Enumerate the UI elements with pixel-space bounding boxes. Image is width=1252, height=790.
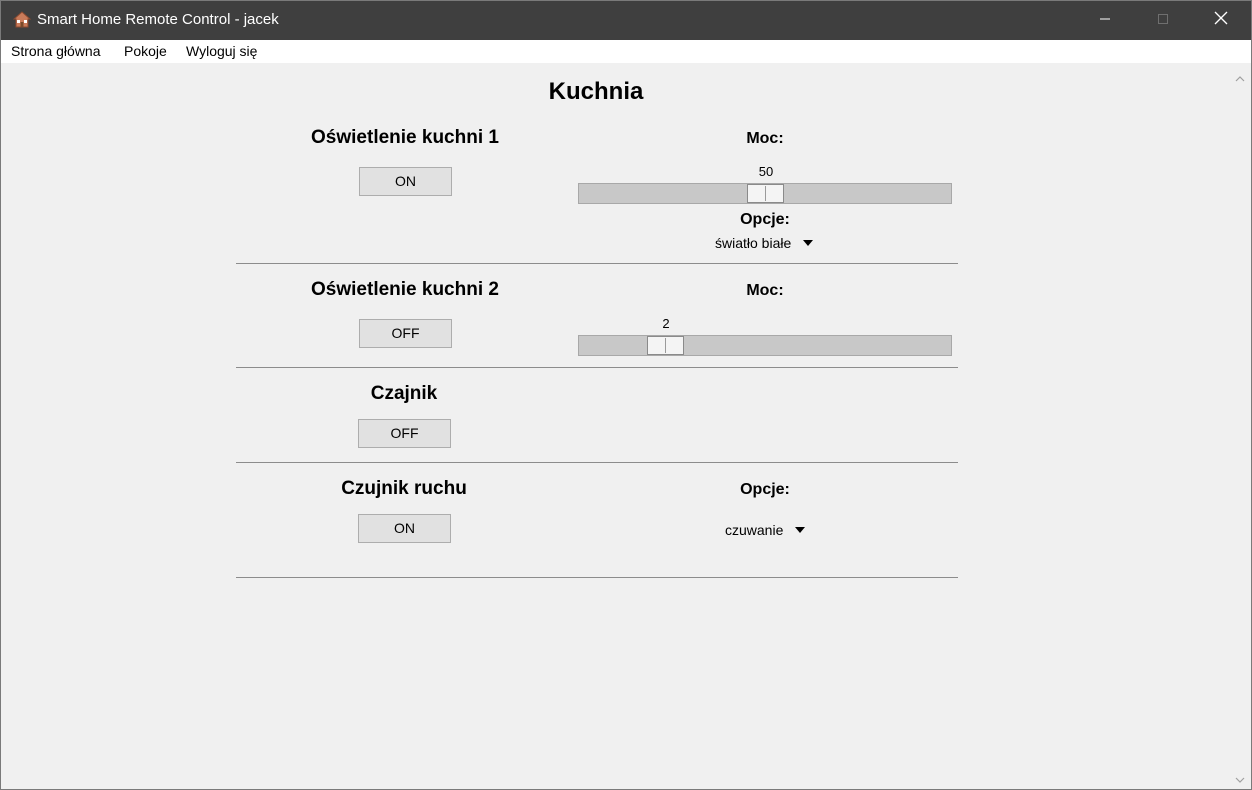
minimize-button[interactable]: [1076, 1, 1134, 40]
device-name: Oświetlenie kuchni 2: [311, 279, 499, 300]
chevron-down-icon[interactable]: [1235, 772, 1245, 783]
close-button[interactable]: [1192, 1, 1250, 40]
maximize-button[interactable]: [1134, 1, 1192, 40]
power-slider[interactable]: [578, 183, 952, 204]
divider: [236, 577, 958, 578]
device-name: Czujnik ruchu: [341, 478, 467, 499]
dropdown-value: światło białe: [715, 235, 792, 251]
divider: [236, 263, 958, 264]
app-window: Smart Home Remote Control - jacek Strona…: [0, 0, 1252, 790]
minimize-icon: [1099, 12, 1111, 30]
menu-item-rooms[interactable]: Pokoje: [124, 43, 167, 60]
power-toggle-button[interactable]: ON: [358, 514, 451, 543]
slider-value: 50: [758, 164, 774, 179]
menu-item-logout[interactable]: Wyloguj się: [186, 43, 257, 60]
menu-item-home[interactable]: Strona główna: [11, 43, 101, 60]
power-label: Moc:: [746, 282, 784, 299]
vertical-scrollbar[interactable]: [1229, 63, 1251, 789]
options-label: Opcje:: [740, 481, 790, 498]
device-name: Czajnik: [370, 383, 438, 404]
page-title: Kuchnia: [548, 78, 644, 105]
house-icon: [12, 11, 32, 29]
slider-thumb[interactable]: [647, 336, 684, 355]
power-toggle-button[interactable]: OFF: [359, 319, 452, 348]
power-toggle-button[interactable]: OFF: [358, 419, 451, 448]
dropdown-value: czuwanie: [725, 522, 784, 538]
chevron-down-icon: [795, 527, 806, 533]
slider-value: 2: [662, 316, 670, 331]
slider-thumb[interactable]: [747, 184, 784, 203]
power-label: Moc:: [746, 130, 784, 147]
options-dropdown[interactable]: czuwanie: [725, 521, 806, 539]
chevron-up-icon[interactable]: [1235, 71, 1245, 82]
options-dropdown[interactable]: światło białe: [715, 234, 814, 252]
window-title: Smart Home Remote Control - jacek: [37, 11, 279, 28]
power-slider[interactable]: [578, 335, 952, 356]
maximize-icon: [1157, 12, 1169, 30]
divider: [236, 367, 958, 368]
options-label: Opcje:: [740, 211, 790, 228]
power-toggle-button[interactable]: ON: [359, 167, 452, 196]
menu-bar: Strona główna Pokoje Wyloguj się: [1, 40, 1251, 63]
room-panel: Kuchnia Oświetlenie kuchni 1 ON Moc: 50 …: [1, 63, 1229, 789]
device-name: Oświetlenie kuchni 1: [311, 127, 499, 148]
title-bar[interactable]: Smart Home Remote Control - jacek: [1, 1, 1251, 40]
divider: [236, 462, 958, 463]
chevron-down-icon: [803, 240, 814, 246]
close-icon: [1214, 11, 1228, 30]
